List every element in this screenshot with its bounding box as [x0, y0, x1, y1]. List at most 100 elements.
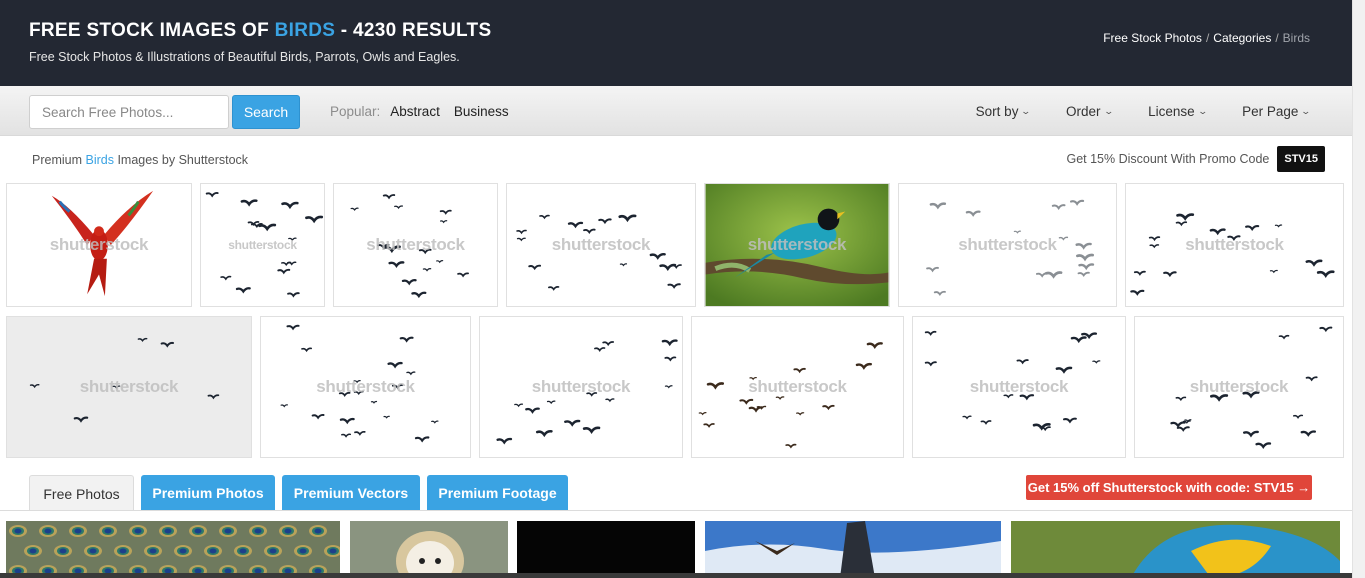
bird-silhouette: [962, 415, 972, 420]
tab-premium-footage[interactable]: Premium Footage: [427, 475, 568, 511]
bird-silhouette: [1078, 263, 1095, 271]
bird-silhouette: [1176, 426, 1190, 432]
per-page-dropdown[interactable]: Per Page ⌄: [1242, 104, 1311, 119]
bird-silhouette: [399, 336, 414, 343]
free-photo-owl[interactable]: [350, 521, 508, 578]
bird-silhouette: [1243, 430, 1259, 438]
bird-silhouette: [1051, 204, 1066, 210]
license-dropdown[interactable]: License ⌄: [1148, 104, 1208, 119]
peacock-feather-eye: [269, 548, 277, 554]
bird-silhouette: [73, 416, 89, 423]
bird-silhouette: [1245, 224, 1260, 232]
page-header: FREE STOCK IMAGES OF BIRDS - 4230 RESULT…: [0, 0, 1352, 86]
premium-thumbnail-birds-flock-4[interactable]: shutterstock: [1125, 183, 1344, 307]
peacock-feather-eye: [119, 548, 127, 554]
breadcrumb-categories[interactable]: Categories: [1213, 31, 1271, 45]
bird-silhouette: [288, 237, 297, 242]
premium-thumbnail-birds-flock-1[interactable]: shutterstock: [200, 183, 325, 307]
bird-silhouette: [281, 261, 292, 267]
premium-thumbnail-birds-flock-7[interactable]: shutterstock: [691, 316, 904, 458]
premium-thumbnail-gulls[interactable]: shutterstock: [898, 183, 1117, 307]
bird-silhouette: [287, 292, 300, 298]
bird-silhouette: [1013, 230, 1022, 234]
bird-silhouette: [667, 283, 681, 289]
bird-silhouette: [582, 426, 601, 434]
free-photo-dark[interactable]: [517, 521, 695, 578]
premium-thumbnail-birds-flock-5[interactable]: shutterstock: [260, 316, 471, 458]
bird-silhouette: [1130, 289, 1145, 296]
sort-by-dropdown[interactable]: Sort by ⌄: [976, 104, 1032, 119]
premium-thumbnail-birds-flock-2[interactable]: shutterstock: [333, 183, 498, 307]
bird-silhouette: [411, 291, 427, 299]
bird-silhouette: [1242, 391, 1260, 399]
peacock-feather-eye: [179, 548, 187, 554]
bird-silhouette: [516, 229, 527, 235]
bird-silhouette: [1149, 244, 1160, 249]
breadcrumb-free-stock-photos[interactable]: Free Stock Photos: [1103, 31, 1202, 45]
bird-silhouette: [1058, 236, 1069, 241]
bird-silhouette: [160, 341, 175, 348]
bird-silhouette: [137, 337, 148, 343]
peacock-feather-eye: [314, 528, 322, 534]
bird-silhouette: [280, 404, 288, 408]
promo-notice: Get 15% Discount With Promo Code STV15: [1066, 146, 1325, 172]
bird-silhouette: [564, 419, 581, 427]
bird-silhouette: [422, 268, 432, 272]
peacock-feather-eye: [59, 548, 67, 554]
free-photo-eagle-mountain[interactable]: [705, 521, 1001, 578]
bird-silhouette: [924, 361, 937, 367]
bird-silhouette: [205, 192, 219, 198]
peacock-feather-eye: [149, 548, 157, 554]
tab-premium-photos[interactable]: Premium Photos: [141, 475, 275, 511]
search-toolbar: Search Popular: Abstract Business Sort by⌄…: [0, 86, 1352, 136]
bird-silhouette: [414, 436, 430, 443]
bird-silhouette: [516, 237, 526, 242]
promo-code-badge: STV15: [1277, 146, 1325, 172]
bottom-overlay-bar: [0, 573, 1352, 578]
bird-silhouette: [619, 263, 628, 267]
popular-link-business[interactable]: Business: [454, 104, 509, 119]
tab-premium-vectors[interactable]: Premium Vectors: [282, 475, 420, 511]
bird-silhouette: [311, 413, 325, 420]
premium-thumbnail-birds-flock-8[interactable]: shutterstock: [912, 316, 1126, 458]
bird-silhouette: [822, 404, 835, 411]
tab-free-photos[interactable]: Free Photos: [29, 475, 134, 511]
bird-silhouette: [1274, 224, 1283, 228]
bird-silhouette: [548, 286, 560, 291]
search-button[interactable]: Search: [232, 95, 300, 129]
bird-silhouette: [739, 398, 754, 405]
premium-heading-link[interactable]: Birds: [85, 153, 113, 167]
bird-silhouette: [1069, 199, 1085, 206]
peacock-feather-eye: [284, 528, 292, 534]
premium-thumbnail-birds-flock-3[interactable]: shutterstock: [506, 183, 696, 307]
bird-silhouette: [1055, 366, 1073, 374]
shutterstock-promo-button[interactable]: Get 15% off Shutterstock with code: STV1…: [1026, 475, 1312, 500]
search-input[interactable]: [29, 95, 229, 129]
chevron-down-icon: ⌄: [1103, 106, 1114, 116]
bird-silhouette: [341, 433, 352, 438]
bird-silhouette: [1300, 430, 1317, 437]
premium-thumbnail-blue-bird[interactable]: shutterstock: [704, 183, 890, 307]
bird-silhouette: [401, 279, 417, 286]
page-scrollbar[interactable]: [1352, 0, 1365, 578]
free-photo-macaw[interactable]: [1011, 521, 1340, 578]
bird-silhouette: [1035, 272, 1049, 278]
bird-silhouette: [703, 423, 715, 428]
premium-thumbnail-parrot[interactable]: shutterstock: [6, 183, 192, 307]
premium-thumbnail-birds-flock-9[interactable]: shutterstock: [1134, 316, 1344, 458]
bird-silhouette: [436, 260, 444, 264]
popular-link-abstract[interactable]: Abstract: [390, 104, 440, 119]
peacock-feather-eye: [44, 528, 52, 534]
order-dropdown[interactable]: Order ⌄: [1066, 104, 1114, 119]
breadcrumb-birds: Birds: [1282, 31, 1310, 45]
peacock-feather-eye: [134, 528, 142, 534]
bird-silhouette: [1269, 269, 1278, 274]
bird-silhouette: [1019, 394, 1035, 401]
premium-thumbnail-birds-flock-6[interactable]: shutterstock: [479, 316, 683, 458]
peacock-feather-eye: [164, 528, 172, 534]
free-photo-peacock[interactable]: [6, 521, 340, 578]
bird-silhouette: [1170, 421, 1186, 428]
bird-silhouette: [618, 214, 637, 223]
bird-silhouette: [1227, 235, 1241, 241]
premium-thumbnail-gray-sky[interactable]: shutterstock: [6, 316, 252, 458]
